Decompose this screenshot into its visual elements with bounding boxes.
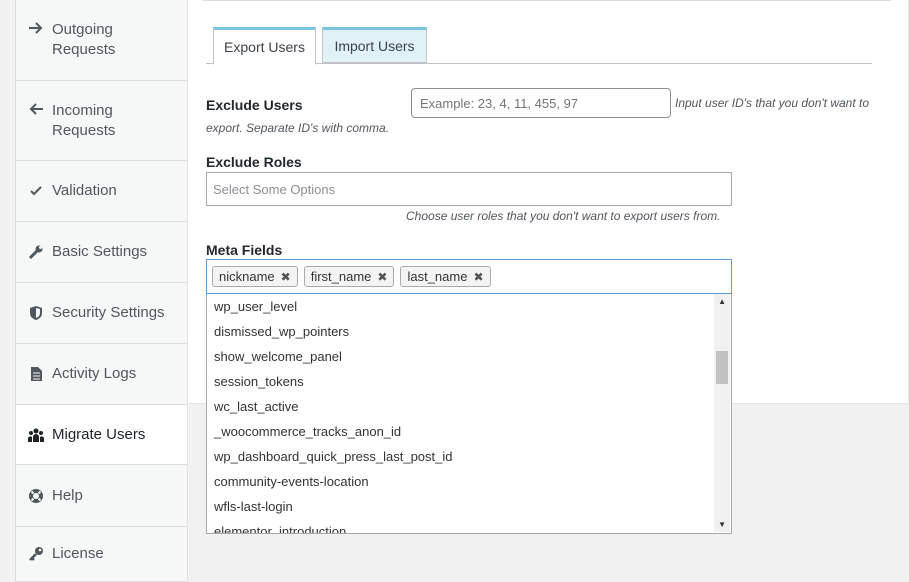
arrow-right-icon <box>28 20 44 36</box>
sidebar-item-activity-logs[interactable]: Activity Logs <box>15 344 187 405</box>
sidebar-item-outgoing-requests[interactable]: Outgoing Requests <box>15 0 187 81</box>
arrow-left-icon <box>28 101 44 117</box>
users-icon <box>28 427 44 443</box>
remove-chip-icon[interactable]: ✖ <box>473 270 483 284</box>
selected-chip: nickname ✖ <box>212 266 298 287</box>
meta-fields-label: Meta Fields <box>206 242 283 258</box>
sidebar-item-validation[interactable]: Validation <box>15 161 187 222</box>
selected-chip: first_name ✖ <box>303 266 395 287</box>
sidebar-item-label: License <box>52 545 104 562</box>
sidebar-item-basic-settings[interactable]: Basic Settings <box>15 222 187 283</box>
sidebar-item-label: Outgoing Requests <box>52 21 116 58</box>
chip-label: last_name <box>407 269 468 284</box>
sidebar-item-incoming-requests[interactable]: Incoming Requests <box>15 81 187 161</box>
scrollbar-thumb[interactable] <box>716 351 728 384</box>
exclude-users-help-line1: Input user ID's that you don't want to <box>675 96 870 110</box>
dropdown-scrollbar[interactable] <box>714 294 730 532</box>
tab-export-users[interactable]: Export Users <box>213 27 316 65</box>
sidebar-item-label: Help <box>52 486 83 504</box>
exclude-roles-help: Choose user roles that you don't want to… <box>406 209 721 223</box>
chip-label: first_name <box>310 269 372 284</box>
dropdown-option[interactable]: wc_last_active <box>214 394 299 419</box>
dropdown-option[interactable]: wfls-last-login <box>214 494 293 519</box>
exclude-roles-select[interactable]: Select Some Options <box>206 172 732 206</box>
sidebar-item-help[interactable]: Help <box>15 465 187 527</box>
exclude-users-input[interactable] <box>411 88 671 118</box>
selected-chip: last_name ✖ <box>400 266 491 287</box>
exclude-roles-placeholder: Select Some Options <box>213 181 336 197</box>
document-icon <box>28 366 44 382</box>
sidebar-item-label: Validation <box>52 182 117 199</box>
dropdown-option[interactable]: wp_dashboard_quick_press_last_post_id <box>214 444 453 469</box>
dropdown-option[interactable]: community-events-location <box>214 469 369 494</box>
exclude-users-help-line2: export. Separate ID's with comma. <box>206 121 390 135</box>
scroll-up-arrow-icon[interactable]: ▲ <box>718 297 726 306</box>
dropdown-option[interactable]: wp_user_level <box>214 294 297 319</box>
tab-label: Export Users <box>224 39 305 55</box>
sidebar-item-label: Migrate Users <box>52 425 146 443</box>
remove-chip-icon[interactable]: ✖ <box>281 270 291 284</box>
divider <box>203 0 891 1</box>
sidebar-item-migrate-users[interactable]: Migrate Users <box>15 405 187 465</box>
tab-import-users[interactable]: Import Users <box>322 27 427 63</box>
shield-icon <box>28 305 44 321</box>
dropdown-option[interactable]: _woocommerce_tracks_anon_id <box>214 419 401 444</box>
exclude-roles-label: Exclude Roles <box>206 154 302 170</box>
remove-chip-icon[interactable]: ✖ <box>377 270 387 284</box>
chip-label: nickname <box>219 269 275 284</box>
sidebar-item-label: Security Settings <box>52 304 165 321</box>
meta-fields-dropdown: wp_user_level dismissed_wp_pointers show… <box>206 294 732 534</box>
scroll-down-arrow-icon[interactable]: ▼ <box>718 520 726 529</box>
settings-sidebar: Outgoing Requests Incoming Requests Vali… <box>15 0 188 582</box>
sidebar-item-license[interactable]: License <box>15 527 187 582</box>
dropdown-option[interactable]: session_tokens <box>214 369 304 394</box>
checkmark-icon <box>28 183 44 199</box>
sidebar-item-label: Basic Settings <box>52 243 148 260</box>
dropdown-option[interactable]: show_welcome_panel <box>214 344 342 369</box>
key-icon <box>28 546 44 562</box>
exclude-users-label: Exclude Users <box>206 97 303 113</box>
tab-label: Import Users <box>334 38 415 54</box>
dropdown-option[interactable]: elementor_introduction <box>214 519 346 533</box>
sidebar-item-label: Incoming Requests <box>52 102 116 139</box>
sidebar-item-label: Activity Logs <box>52 365 137 382</box>
wrench-icon <box>28 244 44 260</box>
meta-fields-multiselect[interactable]: nickname ✖ first_name ✖ last_name ✖ <box>206 259 732 294</box>
dropdown-option[interactable]: dismissed_wp_pointers <box>214 319 349 344</box>
lifebuoy-icon <box>28 488 44 504</box>
sidebar-item-security-settings[interactable]: Security Settings <box>15 283 187 344</box>
